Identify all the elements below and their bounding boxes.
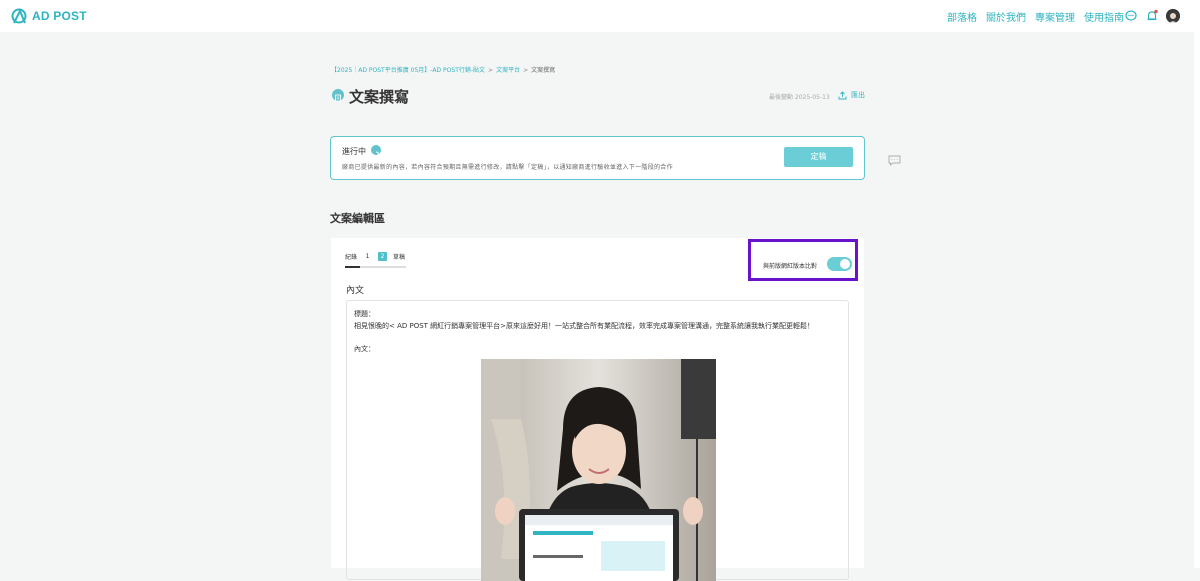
nav-about[interactable]: 關於我們	[986, 9, 1026, 24]
page-title-icon	[332, 89, 344, 102]
ad-post-logo[interactable]: AD POST	[11, 8, 87, 24]
breadcrumb-separator: >	[523, 67, 529, 74]
document-icon	[335, 94, 341, 102]
top-navigation-bar: AD POST 部落格 關於我們 專案管理 使用指南	[0, 0, 1200, 32]
version-tabs: 紀錄 1 2 草稿	[345, 252, 405, 261]
breadcrumb-copy-platform[interactable]: 文案平台	[496, 67, 520, 74]
content-editor[interactable]: 標題： 相見恨晚的< AD POST 網紅行銷專案管理平台>原來這麼好用！一站式…	[346, 300, 849, 581]
logo-icon	[11, 8, 27, 24]
comment-icon[interactable]	[888, 155, 901, 166]
page-title: 文案撰寫	[349, 88, 410, 106]
tab-record[interactable]: 紀錄	[345, 252, 357, 261]
content-photo	[481, 359, 716, 581]
page-right-edge	[1194, 32, 1200, 568]
compare-label: 與前版網紅版本比對	[763, 263, 818, 270]
export-label: 匯出	[851, 91, 865, 99]
content-title-label: 標題：	[354, 310, 375, 318]
status-description: 廠商已提供最新的內容，若內容符合預期且無需進行修改，請點擊「定稿」，以通知廠商進…	[342, 164, 673, 171]
compare-toggle-highlight: 與前版網紅版本比對	[748, 239, 858, 281]
section-title: 文案編輯區	[330, 212, 385, 225]
breadcrumb: 【2025｜AD POST平台推廣 05月】-AD POST行銷-貼文 > 文案平台…	[331, 65, 555, 74]
progress-icon	[372, 151, 380, 159]
nav-guide[interactable]: 使用指南	[1084, 9, 1124, 24]
photo-woman-with-laptop	[481, 359, 716, 581]
bell-icon[interactable]	[1145, 9, 1159, 23]
breadcrumb-separator: >	[488, 67, 494, 74]
body-label: 內文	[346, 286, 365, 296]
editor-card: 紀錄 1 2 草稿 與前版網紅版本比對 內文 標題： 相見恨晚的< AD POS…	[331, 238, 864, 581]
logo-text: AD POST	[32, 9, 87, 23]
tab-active-indicator	[345, 266, 360, 268]
export-icon	[838, 90, 847, 99]
status-label: 進行中	[342, 147, 366, 156]
export-button[interactable]: 匯出	[838, 90, 865, 100]
nav-blog[interactable]: 部落格	[947, 9, 977, 24]
content-title-text: 相見恨晚的< AD POST 網紅行銷專案管理平台>原來這麼好用！一站式整合所有…	[354, 322, 815, 330]
status-progress-icon	[371, 145, 381, 159]
chat-bubble-icon[interactable]	[1124, 9, 1138, 23]
last-modified: 最後變動 2025-05-13	[769, 94, 830, 101]
status-panel: 進行中 廠商已提供最新的內容，若內容符合預期且無需進行修改，請點擊「定稿」，以通…	[330, 136, 865, 180]
breadcrumb-current: 文案撰寫	[531, 67, 556, 74]
main-nav: 部落格 關於我們 專案管理 使用指南	[947, 9, 1124, 24]
finalize-button[interactable]: 定稿	[784, 147, 853, 167]
nav-projects[interactable]: 專案管理	[1035, 9, 1075, 24]
user-avatar[interactable]	[1166, 9, 1180, 23]
compare-toggle[interactable]	[827, 257, 852, 271]
tab-version-2[interactable]: 2	[378, 252, 388, 261]
content-body-label: 內文：	[354, 345, 375, 353]
breadcrumb-project[interactable]: 【2025｜AD POST平台推廣 05月】-AD POST行銷-貼文	[331, 67, 485, 74]
toggle-knob	[840, 259, 850, 269]
avatar-image-icon	[1166, 10, 1180, 23]
tab-version-1[interactable]: 1	[363, 253, 372, 260]
tab-draft[interactable]: 草稿	[393, 252, 405, 261]
